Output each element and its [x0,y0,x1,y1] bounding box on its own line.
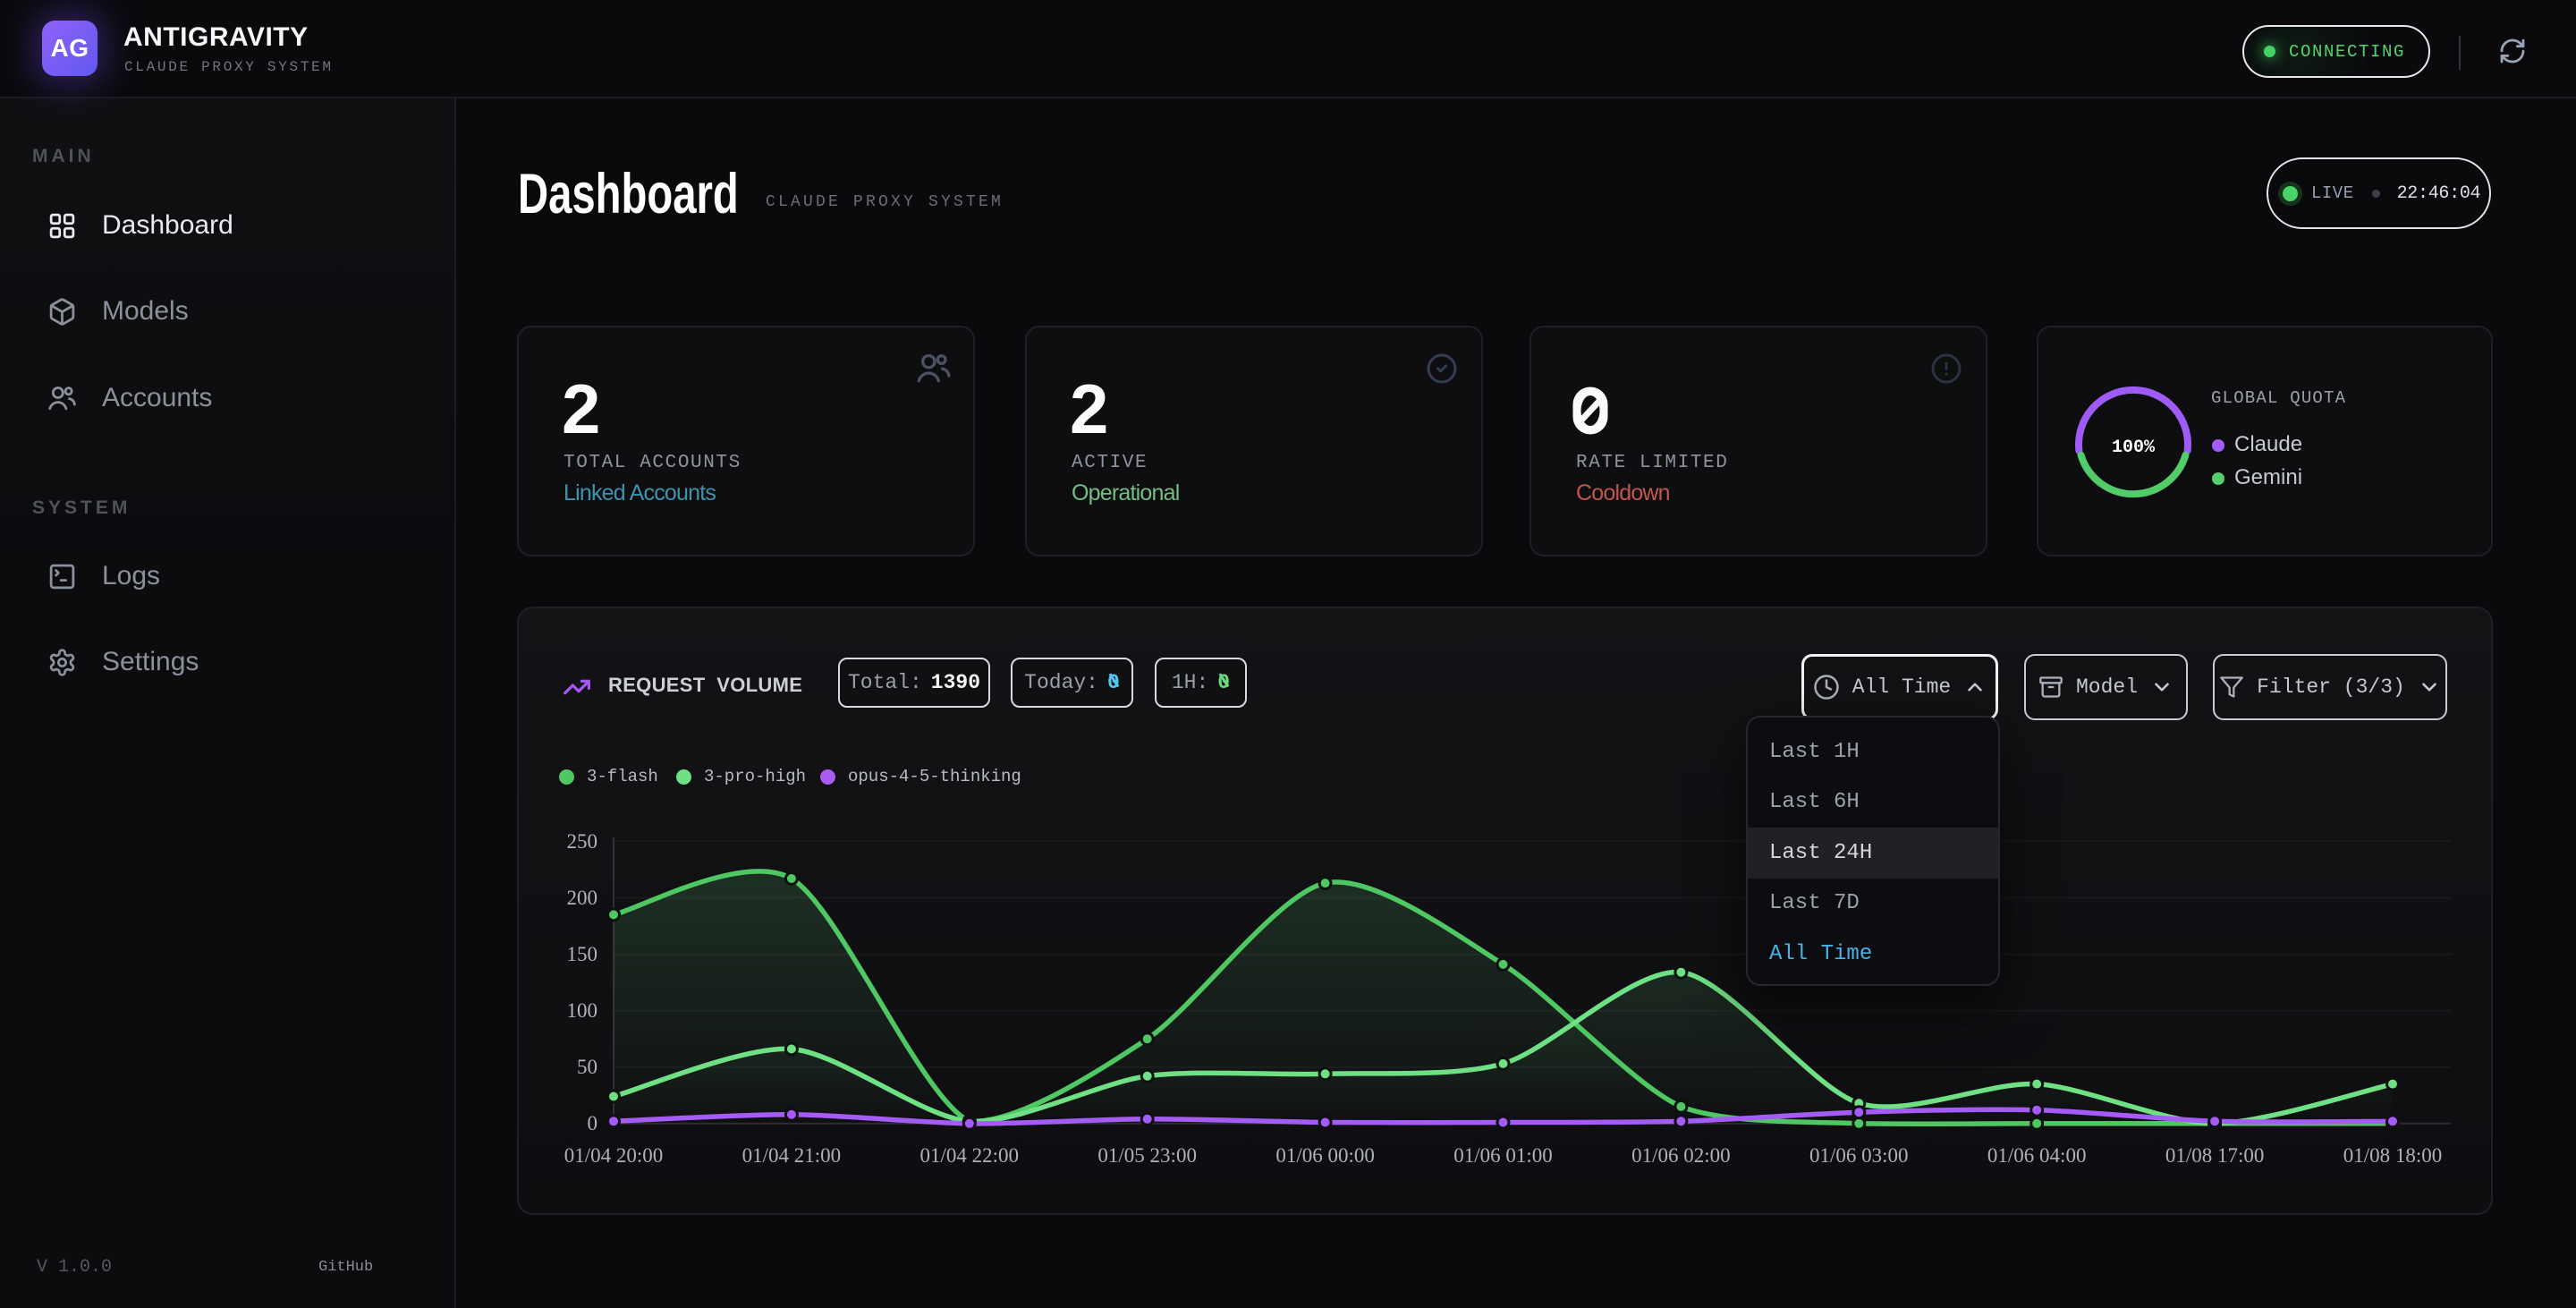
svg-text:01/06 03:00: 01/06 03:00 [1809,1144,1909,1167]
svg-text:01/08 17:00: 01/08 17:00 [2165,1144,2265,1167]
svg-text:0: 0 [588,1112,598,1134]
svg-text:200: 200 [567,887,598,909]
svg-text:01/04 20:00: 01/04 20:00 [564,1144,664,1167]
svg-text:01/06 02:00: 01/06 02:00 [1631,1144,1731,1167]
svg-text:01/08 18:00: 01/08 18:00 [2343,1144,2443,1167]
svg-text:100%: 100% [2112,437,2156,458]
svg-text:50: 50 [577,1056,597,1078]
svg-text:150: 150 [567,943,598,965]
svg-text:01/05 23:00: 01/05 23:00 [1097,1144,1197,1167]
svg-text:01/04 22:00: 01/04 22:00 [920,1144,1020,1167]
svg-text:01/04 21:00: 01/04 21:00 [742,1144,842,1167]
svg-text:250: 250 [567,830,598,853]
svg-text:01/06 01:00: 01/06 01:00 [1453,1144,1553,1167]
svg-text:01/06 04:00: 01/06 04:00 [1987,1144,2087,1167]
svg-text:100: 100 [567,999,598,1022]
svg-text:01/06 00:00: 01/06 00:00 [1275,1144,1375,1167]
